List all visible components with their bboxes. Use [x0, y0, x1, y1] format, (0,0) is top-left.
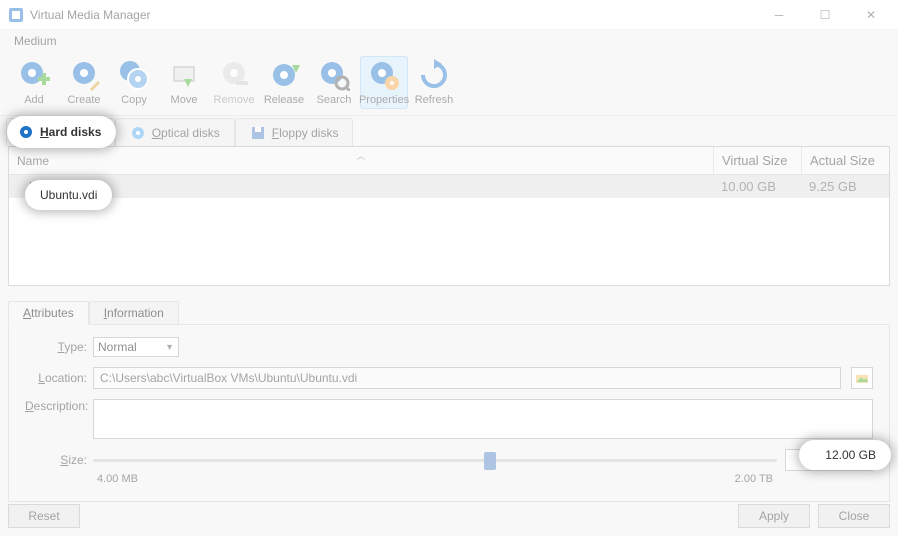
disk-create-icon: [68, 59, 100, 91]
location-browse-button[interactable]: [851, 367, 873, 389]
folder-picture-icon: [855, 371, 869, 385]
apply-button[interactable]: Apply: [738, 504, 810, 528]
close-button[interactable]: Close: [818, 504, 890, 528]
toolbar-remove: Remove: [210, 56, 258, 109]
maximize-button[interactable]: ☐: [802, 0, 848, 30]
disk-add-icon: [18, 59, 50, 91]
col-virtual-size[interactable]: Virtual Size: [713, 147, 801, 174]
media-list-header: ︿Name Virtual Size Actual Size: [9, 147, 889, 175]
highlight-row-name: Ubuntu.vdi: [28, 183, 109, 207]
col-name[interactable]: ︿Name: [9, 147, 713, 174]
tab-optical-disks[interactable]: Optical disks: [115, 118, 235, 146]
media-row-actual: 9.25 GB: [801, 175, 889, 198]
app-icon: [8, 7, 24, 23]
bottom-bar: Reset Apply Close: [8, 504, 890, 528]
disk-properties-icon: [368, 59, 400, 91]
menu-bar: Medium: [0, 30, 898, 52]
type-select[interactable]: Normal ▼: [93, 337, 179, 357]
location-label: Location:: [25, 371, 87, 385]
description-textarea[interactable]: [93, 399, 873, 439]
tab-floppy-disks[interactable]: Floppy disks: [235, 118, 354, 146]
col-actual-size[interactable]: Actual Size: [801, 147, 889, 174]
media-type-tabs: Hard disks Optical disks Floppy disks: [0, 116, 898, 146]
dropdown-caret-icon: ▼: [165, 342, 174, 352]
tab-attributes[interactable]: Attributes: [8, 301, 89, 325]
disk-release-icon: [268, 59, 300, 91]
media-row-name: Ubuntu.vdi: [9, 175, 713, 198]
refresh-icon: [418, 59, 450, 91]
description-label: Description:: [25, 399, 87, 413]
toolbar: Add Create Copy Move Remove Release Sear…: [0, 52, 898, 116]
toolbar-properties[interactable]: Properties: [360, 56, 408, 109]
toolbar-search[interactable]: Search: [310, 56, 358, 109]
menu-medium[interactable]: Medium: [8, 32, 63, 50]
minimize-button[interactable]: ─: [756, 0, 802, 30]
disk-search-icon: [318, 59, 350, 91]
toolbar-refresh[interactable]: Refresh: [410, 56, 458, 109]
toolbar-add[interactable]: Add: [10, 56, 58, 109]
disk-copy-icon: [118, 59, 150, 91]
attributes-panel: Type: Normal ▼ Location: C:\Users\abc\Vi…: [8, 324, 890, 502]
size-slider[interactable]: [93, 450, 777, 470]
size-label: Size:: [25, 453, 87, 467]
toolbar-copy[interactable]: Copy: [110, 56, 158, 109]
toolbar-release[interactable]: Release: [260, 56, 308, 109]
size-scale-max: 2.00 TB: [735, 473, 773, 485]
reset-button[interactable]: Reset: [8, 504, 80, 528]
toolbar-move[interactable]: Move: [160, 56, 208, 109]
close-window-button[interactable]: ✕: [848, 0, 894, 30]
window-title: Virtual Media Manager: [30, 8, 151, 22]
highlight-size-value: 12.00 GB: [802, 443, 888, 467]
size-scale-min: 4.00 MB: [97, 473, 138, 485]
media-list: ︿Name Virtual Size Actual Size Ubuntu.vd…: [8, 146, 890, 286]
type-label: Type:: [25, 340, 87, 354]
tab-information[interactable]: Information: [89, 301, 179, 325]
media-row-virtual: 10.00 GB: [713, 175, 801, 198]
title-bar: Virtual Media Manager ─ ☐ ✕: [0, 0, 898, 30]
slider-thumb[interactable]: [484, 452, 496, 470]
floppy-disk-icon: [250, 125, 266, 141]
highlight-tab-hard-disks: Hard disks: [10, 119, 113, 145]
media-row[interactable]: Ubuntu.vdi 10.00 GB 9.25 GB: [9, 175, 889, 198]
details-tabs: Attributes Information: [8, 300, 890, 324]
disk-move-icon: [168, 59, 200, 91]
disk-remove-icon: [218, 59, 250, 91]
location-field[interactable]: C:\Users\abc\VirtualBox VMs\Ubuntu\Ubunt…: [93, 367, 841, 389]
optical-disk-icon: [130, 125, 146, 141]
toolbar-create[interactable]: Create: [60, 56, 108, 109]
sort-indicator-icon: ︿: [356, 149, 365, 162]
